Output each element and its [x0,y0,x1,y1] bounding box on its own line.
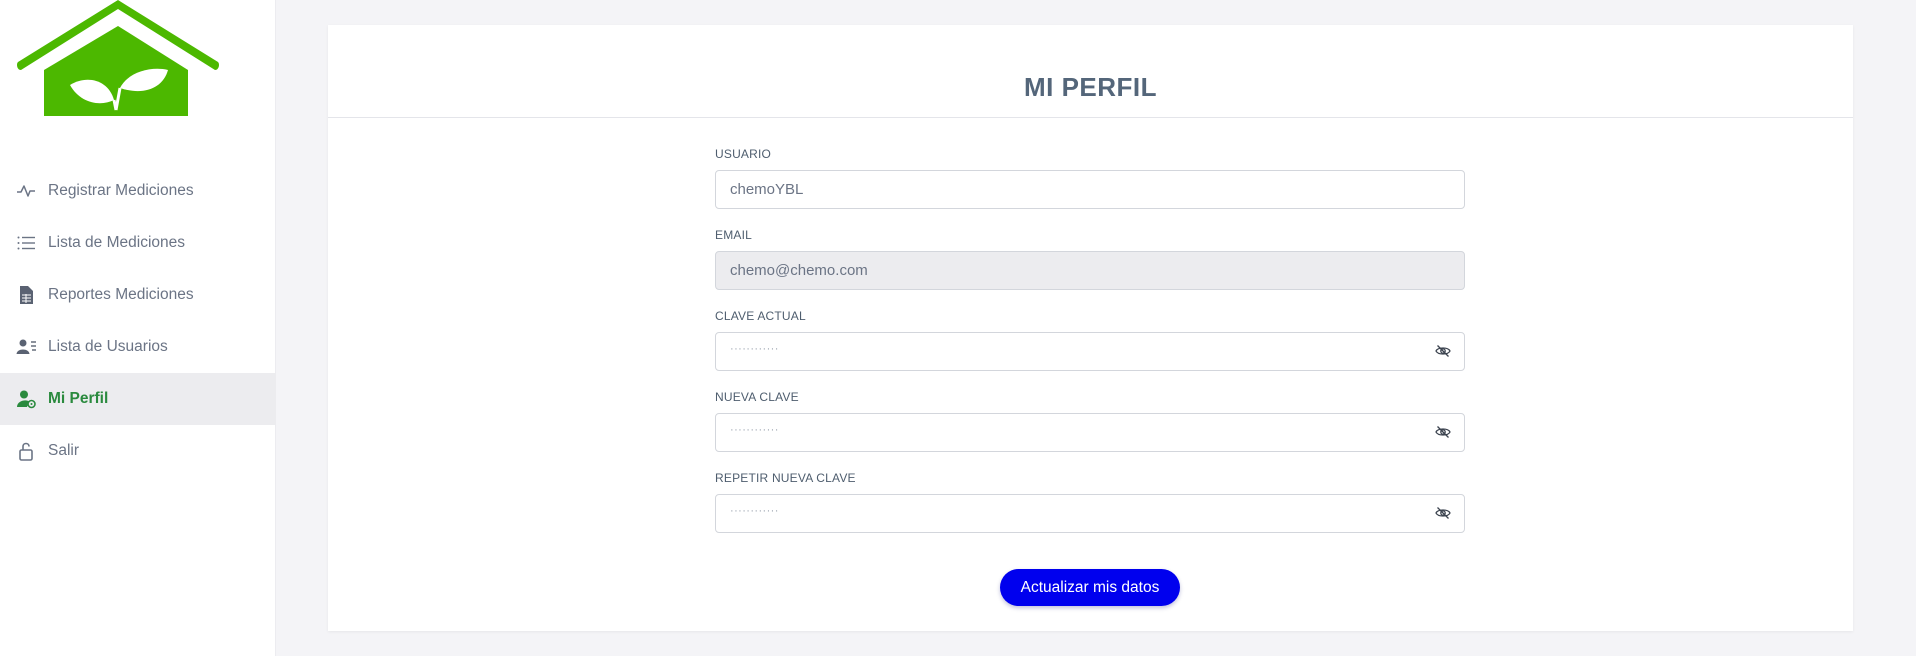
nueva-clave-input[interactable] [715,413,1465,452]
nueva-clave-field-group: NUEVA CLAVE ············ [715,390,1465,452]
profile-card: MI PERFIL USUARIO EMAIL CLAVE ACTUAL ···… [328,25,1853,631]
eye-slash-icon[interactable] [1435,424,1451,440]
profile-form: USUARIO EMAIL CLAVE ACTUAL ············ … [715,147,1465,552]
sidebar-item-mi-perfil[interactable]: Mi Perfil [0,373,276,425]
repetir-clave-label: REPETIR NUEVA CLAVE [715,471,856,485]
eye-slash-icon[interactable] [1435,505,1451,521]
unlock-icon [16,441,36,461]
sidebar: Registrar Mediciones Lista de Mediciones… [0,0,276,656]
email-label: EMAIL [715,228,753,242]
clave-actual-field-group: CLAVE ACTUAL ············ [715,309,1465,371]
clave-actual-input[interactable] [715,332,1465,371]
clave-actual-label: CLAVE ACTUAL [715,309,806,323]
sidebar-item-label: Salir [48,442,80,459]
page-title: MI PERFIL [1023,72,1158,102]
repetir-clave-input[interactable] [715,494,1465,533]
sidebar-item-reportes-mediciones[interactable]: Reportes Mediciones [0,269,276,321]
email-input [715,251,1465,290]
spreadsheet-icon [16,285,36,305]
actualizar-datos-button[interactable]: Actualizar mis datos [1000,569,1180,606]
sidebar-nav: Registrar Mediciones Lista de Mediciones… [0,165,276,477]
eye-slash-icon[interactable] [1435,343,1451,359]
sidebar-item-lista-usuarios[interactable]: Lista de Usuarios [0,321,276,373]
card-header: MI PERFIL [328,25,1853,118]
sidebar-item-lista-mediciones[interactable]: Lista de Mediciones [0,217,276,269]
nueva-clave-label: NUEVA CLAVE [715,390,799,404]
sidebar-item-salir[interactable]: Salir [0,425,276,477]
usuario-input[interactable] [715,170,1465,209]
user-list-icon [16,337,36,357]
sidebar-item-label: Mi Perfil [48,390,109,407]
sidebar-item-label: Lista de Usuarios [48,338,168,355]
activity-icon [16,181,36,201]
list-icon [16,233,36,253]
sidebar-item-registrar-mediciones[interactable]: Registrar Mediciones [0,165,276,217]
house-leaf-logo [17,0,219,116]
usuario-label: USUARIO [715,147,772,161]
usuario-field-group: USUARIO [715,147,1465,209]
sidebar-item-label: Lista de Mediciones [48,234,185,251]
user-settings-icon [16,389,36,409]
sidebar-item-label: Reportes Mediciones [48,286,194,303]
repetir-clave-field-group: REPETIR NUEVA CLAVE ············ [715,471,1465,533]
sidebar-item-label: Registrar Mediciones [48,182,194,199]
email-field-group: EMAIL [715,228,1465,290]
